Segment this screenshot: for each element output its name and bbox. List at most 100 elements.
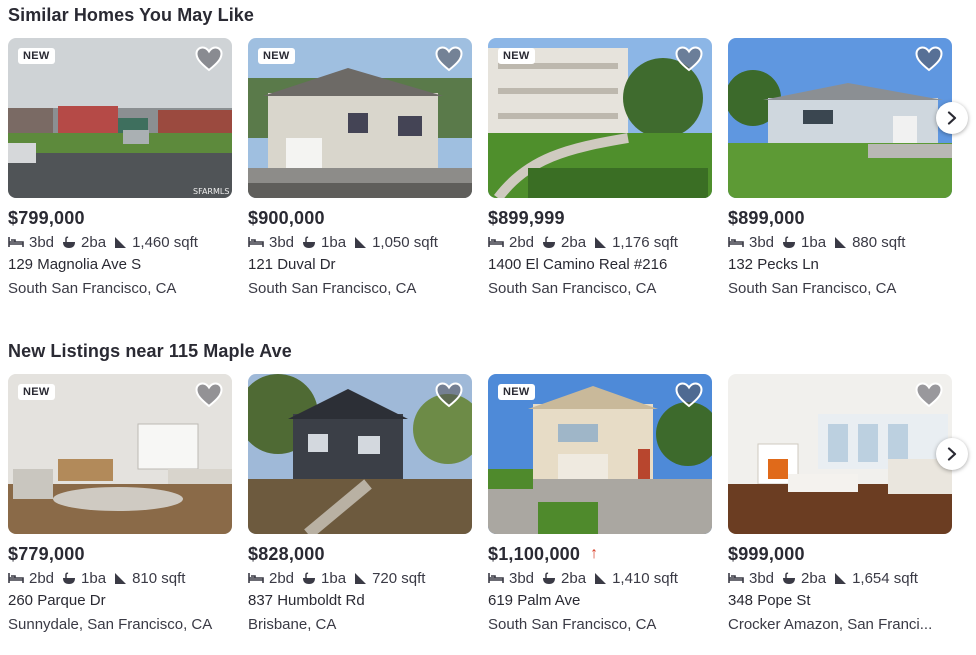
new-badge: NEW [498, 384, 535, 400]
listing-photo[interactable]: NEW [488, 38, 712, 198]
section-title: Similar Homes You May Like [8, 5, 255, 25]
carousel: SFARMLS NEW $799,000 3bd 2ba 1,460 sqft … [8, 38, 968, 308]
listing-photo[interactable] [248, 374, 472, 534]
carousel-next-button[interactable] [936, 438, 968, 470]
specs: 3bd 2ba 1,654 sqft [728, 567, 952, 589]
specs: 3bd 2ba 1,410 sqft [488, 567, 712, 589]
listing-card[interactable]: NEW $900,000 3bd 1ba 1,050 sqft 121 Duva… [248, 38, 472, 301]
address[interactable]: 1400 El Camino Real #216 [488, 253, 712, 277]
bed-icon [488, 237, 504, 247]
address[interactable]: 132 Pecks Ln [728, 253, 952, 277]
heart-icon[interactable] [435, 382, 463, 408]
address[interactable]: 129 Magnolia Ave S [8, 253, 232, 277]
heart-icon[interactable] [915, 382, 943, 408]
specs: 3bd 1ba 1,050 sqft [248, 231, 472, 253]
specs: 2bd 1ba 810 sqft [8, 567, 232, 589]
new-badge: NEW [18, 48, 55, 64]
bath-icon [783, 236, 796, 248]
baths: 1ba [801, 233, 827, 251]
sqft: 810 sqft [132, 569, 186, 587]
baths: 2ba [561, 569, 587, 587]
bed-icon [728, 237, 744, 247]
price: $899,999 [488, 207, 565, 228]
price: $899,000 [728, 207, 805, 228]
area-icon [595, 236, 607, 248]
section-title: New Listings near 115 Maple Ave [8, 341, 292, 361]
price-increase-arrow-icon: ↑ [590, 545, 599, 562]
price: $779,000 [8, 543, 85, 564]
listing-photo[interactable] [728, 374, 952, 534]
sqft: 1,460 sqft [132, 233, 198, 251]
specs: 2bd 2ba 1,176 sqft [488, 231, 712, 253]
listing-card[interactable]: NEW $899,999 2bd 2ba 1,176 sqft 1400 El … [488, 38, 712, 301]
beds: 2bd [29, 569, 55, 587]
bath-icon [303, 572, 316, 584]
listing-photo[interactable]: NEW [8, 374, 232, 534]
sqft: 1,654 sqft [852, 569, 918, 587]
bed-icon [248, 573, 264, 583]
listing-card[interactable]: NEW $779,000 2bd 1ba 810 sqft 260 Parque… [8, 374, 232, 637]
price: $799,000 [8, 207, 85, 228]
baths: 1ba [321, 233, 347, 251]
heart-icon[interactable] [195, 382, 223, 408]
new-badge: NEW [258, 48, 295, 64]
heart-icon[interactable] [675, 382, 703, 408]
listing-photo[interactable]: NEW [488, 374, 712, 534]
specs: 3bd 1ba 880 sqft [728, 231, 952, 253]
heart-icon[interactable] [675, 46, 703, 72]
beds: 3bd [749, 233, 775, 251]
chevron-right-icon [947, 111, 957, 125]
carousel-next-button[interactable] [936, 102, 968, 134]
address[interactable]: 121 Duval Dr [248, 253, 472, 277]
city: South San Francisco, CA [728, 280, 897, 297]
bath-icon [543, 572, 556, 584]
bath-icon [543, 236, 556, 248]
bath-icon [63, 236, 76, 248]
listing-card[interactable]: $999,000 3bd 2ba 1,654 sqft 348 Pope St … [728, 374, 952, 637]
sqft: 1,410 sqft [612, 569, 678, 587]
listing-card[interactable]: NEW $1,100,000 ↑ 3bd 2ba 1,410 sqft 619 … [488, 374, 712, 637]
city: Sunnydale, San Francisco, CA [8, 616, 213, 633]
listing-card[interactable]: $899,000 3bd 1ba 880 sqft 132 Pecks Ln S… [728, 38, 952, 301]
bed-icon [8, 573, 24, 583]
address[interactable]: 260 Parque Dr [8, 589, 232, 613]
new-listings-section: New Listings near 115 Maple Ave NEW $779… [8, 339, 968, 644]
heart-icon[interactable] [195, 46, 223, 72]
area-icon [835, 572, 847, 584]
beds: 2bd [269, 569, 295, 587]
baths: 1ba [81, 569, 107, 587]
listing-card[interactable]: $828,000 2bd 1ba 720 sqft 837 Humboldt R… [248, 374, 472, 637]
beds: 3bd [269, 233, 295, 251]
sqft: 1,176 sqft [612, 233, 678, 251]
heart-icon[interactable] [435, 46, 463, 72]
price: $1,100,000 [488, 543, 581, 564]
beds: 2bd [509, 233, 535, 251]
area-icon [115, 572, 127, 584]
listing-photo[interactable]: NEW [248, 38, 472, 198]
price: $828,000 [248, 543, 325, 564]
new-badge: NEW [18, 384, 55, 400]
area-icon [355, 236, 367, 248]
bed-icon [728, 573, 744, 583]
address[interactable]: 619 Palm Ave [488, 589, 712, 613]
address[interactable]: 837 Humboldt Rd [248, 589, 472, 613]
listing-card[interactable]: SFARMLS NEW $799,000 3bd 2ba 1,460 sqft … [8, 38, 232, 301]
city: Brisbane, CA [248, 616, 337, 633]
heart-icon[interactable] [915, 46, 943, 72]
city: South San Francisco, CA [488, 616, 657, 633]
listing-photo[interactable]: SFARMLS NEW [8, 38, 232, 198]
listing-photo[interactable] [728, 38, 952, 198]
area-icon [595, 572, 607, 584]
address[interactable]: 348 Pope St [728, 589, 952, 613]
carousel: NEW $779,000 2bd 1ba 810 sqft 260 Parque… [8, 374, 968, 644]
bed-icon [488, 573, 504, 583]
bath-icon [303, 236, 316, 248]
beds: 3bd [29, 233, 55, 251]
specs: 3bd 2ba 1,460 sqft [8, 231, 232, 253]
similar-homes-section: Similar Homes You May Like SFARMLS NEW $… [8, 3, 968, 308]
city: South San Francisco, CA [8, 280, 177, 297]
chevron-right-icon [947, 447, 957, 461]
bath-icon [783, 572, 796, 584]
sqft: 720 sqft [372, 569, 426, 587]
beds: 3bd [749, 569, 775, 587]
